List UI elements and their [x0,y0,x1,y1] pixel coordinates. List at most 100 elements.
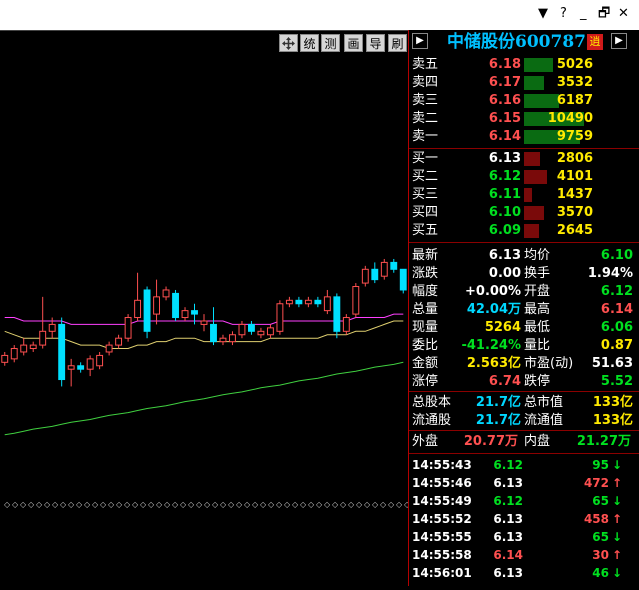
dropdown-icon[interactable]: ▼ [538,6,548,22]
candle [323,289,331,315]
baseline-marker: ◇ [236,500,243,509]
tick-row: 14:55:55 6.13 65 ↓ [409,528,639,546]
candle [134,272,142,321]
quote-panel: ▶ 中储股份600787 逍 ▶ 卖五 6.18 5026 卖四 6.17 35… [409,30,639,586]
baseline-marker: ◇ [308,500,315,509]
restore-icon[interactable]: 🗗 [598,6,610,22]
candle [210,307,217,346]
close-icon[interactable]: ✕ [618,6,629,22]
export-button[interactable]: 导 [366,34,385,52]
candle [124,314,132,342]
divider [409,430,639,431]
baseline-marker: ◇ [148,500,155,509]
candle [248,320,255,335]
tick-time: 14:55:43 [412,458,472,472]
measure-button[interactable]: 测 [321,34,340,52]
bid-row[interactable]: 买二 6.12 4101 [409,168,639,186]
stat-label: 最高 [524,302,551,317]
candle-body-up [67,365,75,370]
tick-row: 14:55:52 6.13 458 ↑ [409,510,639,528]
minimize-icon[interactable]: _ [580,6,587,22]
candle [342,314,350,335]
baseline-marker: ◇ [348,500,355,509]
bid-label: 买二 [412,169,439,184]
tick-time: 14:55:46 [412,476,472,490]
candle-body-up [10,348,18,360]
candle-body-down [295,299,303,305]
candle-body-up [361,268,369,284]
baseline-marker: ◇ [28,500,35,509]
candle-body-down [191,310,198,315]
ask-row[interactable]: 卖二 6.15 10490 [409,110,639,128]
ask-row[interactable]: 卖三 6.16 6187 [409,92,639,110]
candle [333,293,341,339]
panel-toggle-icon[interactable]: ▶ [412,33,428,49]
baseline-marker: ◇ [316,500,323,509]
draw-button[interactable]: 画 [344,34,363,52]
candle [266,324,274,339]
panel-expand-icon[interactable]: ▶ [611,33,627,49]
candle-body-up [134,299,142,319]
candle [143,286,151,339]
baseline-marker: ◇ [324,500,331,509]
bid-label: 买五 [412,223,439,238]
tick-price: 6.13 [493,566,523,580]
baseline-marker: ◇ [196,500,203,509]
help-icon[interactable]: ? [560,6,567,22]
stat-value: 5.52 [600,374,633,389]
baseline-marker: ◇ [276,500,283,509]
candle [96,351,104,370]
tick-volume: 458 [583,512,609,526]
candle-body-down [390,261,398,270]
tick-time: 14:56:01 [412,566,472,580]
stock-badge[interactable]: 逍 [587,34,603,50]
tick-row: 14:55:43 6.12 95 ↓ [409,456,639,474]
candle [20,338,28,356]
baseline-marker: ◇ [260,500,267,509]
candle-body-down [333,296,341,332]
stat-label: 总量 [412,302,439,317]
tick-volume: 65 [592,494,609,508]
ask-row[interactable]: 卖一 6.14 9759 [409,128,639,146]
stat-row: 委比 -41.24% 量比 0.87 [409,337,639,355]
stat-label: 最新 [412,248,439,263]
bid-row[interactable]: 买五 6.09 2645 [409,222,639,240]
stat-label: 涨跌 [412,266,439,281]
stats-button[interactable]: 统 [300,34,319,52]
baseline-marker: ◇ [396,500,403,509]
baseline-marker: ◇ [244,500,251,509]
baseline-marker: ◇ [172,500,179,509]
stat-row: 最新 6.13 均价 6.10 [409,247,639,265]
outer-label: 外盘 [412,434,439,449]
baseline-marker: ◇ [180,500,187,509]
bid-price: 6.12 [488,169,521,184]
candle-body-up [266,327,274,336]
candle-body-up [238,323,246,336]
candlestick-chart[interactable]: ◇ ◇ ◇ ◇ ◇ ◇ ◇ ◇ ◇ ◇ ◇ ◇ ◇ ◇ ◇ ◇ ◇ ◇ ◇ ◇ ◇ ◇ ◇ ◇ ◇ ◇ ◇ ◇ ◇ ◇ ◇ ◇ ◇ ◇ ◇ ◇ ◇ ◇ ◇ ◇… [0,56,411,586]
candle [181,307,189,321]
ask-row[interactable]: 卖四 6.17 3532 [409,74,639,92]
bid-row[interactable]: 买三 6.11 1437 [409,186,639,204]
refresh-button[interactable]: 刷 [388,34,407,52]
ask-volume: 3532 [556,75,593,90]
candle [29,341,37,352]
ask-price: 6.15 [488,111,521,126]
tick-price: 6.13 [493,512,523,526]
candle-body-up [162,289,170,298]
baseline-marker: ◇ [92,500,99,509]
move-icon[interactable] [279,34,298,52]
arrow-down-icon: ↓ [612,458,623,472]
ask-label: 卖四 [412,75,439,90]
bid-row[interactable]: 买一 6.13 2806 [409,150,639,168]
chart-svg: ◇ ◇ ◇ ◇ ◇ ◇ ◇ ◇ ◇ ◇ ◇ ◇ ◇ ◇ ◇ ◇ ◇ ◇ ◇ ◇ ◇ ◇ ◇ ◇ ◇ ◇ ◇ ◇ ◇ ◇ ◇ ◇ ◇ ◇ ◇ ◇ ◇ ◇ ◇ ◇… [1,258,411,509]
bid-row[interactable]: 买四 6.10 3570 [409,204,639,222]
stat-label: 市盈(动) [524,356,574,371]
tick-volume: 30 [592,548,609,562]
stat-label: 现量 [412,320,439,335]
stat-label: 跌停 [524,374,551,389]
candle [86,355,94,377]
ask-row[interactable]: 卖五 6.18 5026 [409,56,639,74]
candle-body-down [172,292,179,319]
baseline-marker: ◇ [52,500,59,509]
candle [219,334,227,346]
